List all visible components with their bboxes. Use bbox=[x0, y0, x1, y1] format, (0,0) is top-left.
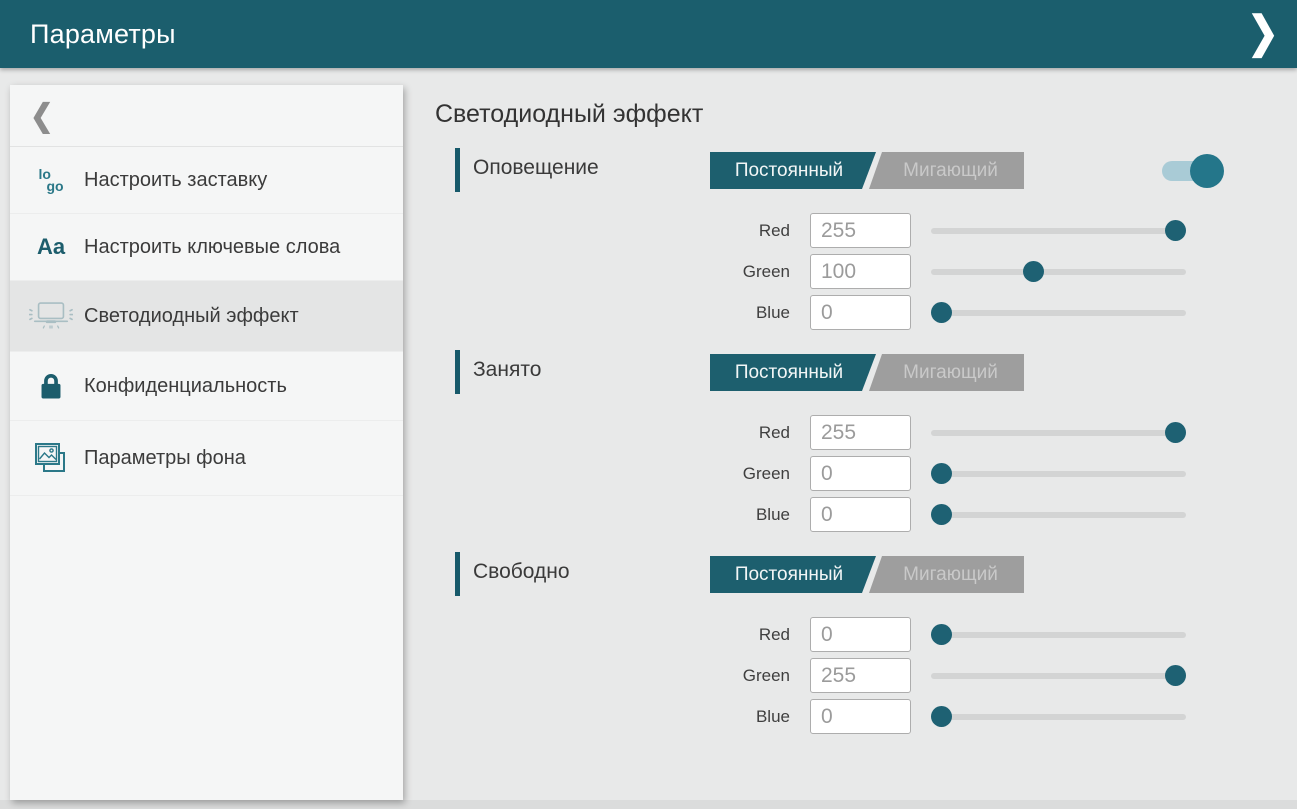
chevron-right-icon[interactable]: ❯ bbox=[1247, 4, 1279, 62]
channel-row-green: Green bbox=[435, 456, 1235, 491]
sidebar-item-label: Конфиденциальность bbox=[84, 373, 287, 399]
slider-track[interactable] bbox=[931, 632, 1186, 638]
slider-track[interactable] bbox=[931, 310, 1186, 316]
slider-track[interactable] bbox=[931, 471, 1186, 477]
slider-thumb[interactable] bbox=[931, 302, 952, 323]
channel-label: Red bbox=[710, 221, 790, 241]
slider-track[interactable] bbox=[931, 430, 1186, 436]
section-accent-bar bbox=[455, 552, 460, 596]
sidebar-item-led-effect[interactable]: Светодиодный эффект bbox=[10, 281, 403, 352]
channel-label: Red bbox=[710, 423, 790, 443]
sidebar-item-privacy[interactable]: Конфиденциальность bbox=[10, 352, 403, 421]
channel-value-input[interactable] bbox=[810, 295, 911, 330]
channel-label: Green bbox=[710, 464, 790, 484]
sidebar-item-background[interactable]: Параметры фона bbox=[10, 421, 403, 496]
sidebar-item-screensaver[interactable]: logo Настроить заставку bbox=[10, 147, 403, 214]
channel-value-input[interactable] bbox=[810, 415, 911, 450]
channel-value-input[interactable] bbox=[810, 617, 911, 652]
channel-label: Blue bbox=[710, 707, 790, 727]
sidebar-item-keywords[interactable]: Aa Настроить ключевые слова bbox=[10, 214, 403, 281]
content-title: Светодиодный эффект bbox=[435, 100, 703, 129]
section-title: Оповещение bbox=[473, 156, 599, 180]
slider-thumb[interactable] bbox=[931, 706, 952, 727]
channel-row-blue: Blue bbox=[435, 699, 1235, 734]
toggle-thumb bbox=[1190, 154, 1224, 188]
slider-thumb[interactable] bbox=[1023, 261, 1044, 282]
sidebar-back-button[interactable]: ❮ bbox=[10, 85, 403, 147]
channel-row-blue: Blue bbox=[435, 295, 1235, 330]
slider-thumb[interactable] bbox=[1165, 422, 1186, 443]
app-header: Параметры ❯ bbox=[0, 0, 1297, 68]
channel-label: Green bbox=[710, 666, 790, 686]
channel-slider[interactable] bbox=[931, 699, 1186, 734]
mode-blinking-button[interactable]: Мигающий bbox=[869, 152, 1024, 189]
section-accent-bar bbox=[455, 148, 460, 192]
chevron-left-icon: ❮ bbox=[30, 97, 53, 133]
section-busy: Занято Постоянный Мигающий Red Green bbox=[435, 350, 1235, 394]
section-notification: Оповещение Постоянный Мигающий Red Green bbox=[435, 148, 1235, 192]
channel-value-input[interactable] bbox=[810, 456, 911, 491]
channel-row-red: Red bbox=[435, 213, 1235, 248]
channel-row-red: Red bbox=[435, 617, 1235, 652]
channel-row-green: Green bbox=[435, 658, 1235, 693]
channel-value-input[interactable] bbox=[810, 658, 911, 693]
section-title: Свободно bbox=[473, 560, 570, 584]
channel-slider[interactable] bbox=[931, 456, 1186, 491]
channel-slider[interactable] bbox=[931, 658, 1186, 693]
mode-constant-button[interactable]: Постоянный bbox=[710, 152, 876, 189]
slider-thumb[interactable] bbox=[1165, 665, 1186, 686]
channel-row-blue: Blue bbox=[435, 497, 1235, 532]
mode-segmented-control: Постоянный Мигающий bbox=[710, 556, 1024, 593]
sidebar-item-label: Настроить заставку bbox=[84, 167, 267, 193]
page-title: Параметры bbox=[30, 19, 176, 50]
channel-value-input[interactable] bbox=[810, 699, 911, 734]
slider-track[interactable] bbox=[931, 673, 1186, 679]
channel-slider[interactable] bbox=[931, 415, 1186, 450]
slider-track[interactable] bbox=[931, 269, 1186, 275]
mode-blinking-button[interactable]: Мигающий bbox=[869, 354, 1024, 391]
channel-label: Green bbox=[710, 262, 790, 282]
channel-slider[interactable] bbox=[931, 617, 1186, 652]
channel-slider[interactable] bbox=[931, 497, 1186, 532]
mode-constant-button[interactable]: Постоянный bbox=[710, 354, 876, 391]
slider-thumb[interactable] bbox=[1165, 220, 1186, 241]
sidebar-item-label: Светодиодный эффект bbox=[84, 303, 299, 329]
settings-sidebar: ❮ logo Настроить заставку Aa Настроить к… bbox=[10, 85, 403, 800]
sidebar-item-label: Настроить ключевые слова bbox=[84, 234, 340, 260]
channel-value-input[interactable] bbox=[810, 254, 911, 289]
lock-icon bbox=[28, 372, 74, 400]
enable-toggle[interactable] bbox=[1162, 153, 1224, 189]
channel-slider[interactable] bbox=[931, 254, 1186, 289]
channel-slider[interactable] bbox=[931, 213, 1186, 248]
channel-label: Red bbox=[710, 625, 790, 645]
mode-segmented-control: Постоянный Мигающий bbox=[710, 152, 1024, 189]
logo-icon: logo bbox=[28, 168, 74, 192]
background-images-icon bbox=[28, 441, 74, 475]
slider-track[interactable] bbox=[931, 714, 1186, 720]
mode-segmented-control: Постоянный Мигающий bbox=[710, 354, 1024, 391]
section-accent-bar bbox=[455, 350, 460, 394]
channel-row-red: Red bbox=[435, 415, 1235, 450]
bottom-edge bbox=[0, 800, 1297, 809]
led-monitor-icon bbox=[28, 301, 74, 331]
mode-constant-button[interactable]: Постоянный bbox=[710, 556, 876, 593]
text-aa-icon: Aa bbox=[28, 234, 74, 260]
slider-track[interactable] bbox=[931, 512, 1186, 518]
section-title: Занято bbox=[473, 358, 541, 382]
channel-value-input[interactable] bbox=[810, 497, 911, 532]
channel-label: Blue bbox=[710, 505, 790, 525]
channel-value-input[interactable] bbox=[810, 213, 911, 248]
slider-thumb[interactable] bbox=[931, 504, 952, 525]
slider-thumb[interactable] bbox=[931, 624, 952, 645]
channel-label: Blue bbox=[710, 303, 790, 323]
channel-row-green: Green bbox=[435, 254, 1235, 289]
mode-blinking-button[interactable]: Мигающий bbox=[869, 556, 1024, 593]
section-free: Свободно Постоянный Мигающий Red Green bbox=[435, 552, 1235, 596]
slider-track[interactable] bbox=[931, 228, 1186, 234]
channel-slider[interactable] bbox=[931, 295, 1186, 330]
settings-screen: Параметры ❯ ❮ logo Настроить заставку Aa… bbox=[0, 0, 1297, 809]
sidebar-item-label: Параметры фона bbox=[84, 445, 246, 471]
slider-thumb[interactable] bbox=[931, 463, 952, 484]
